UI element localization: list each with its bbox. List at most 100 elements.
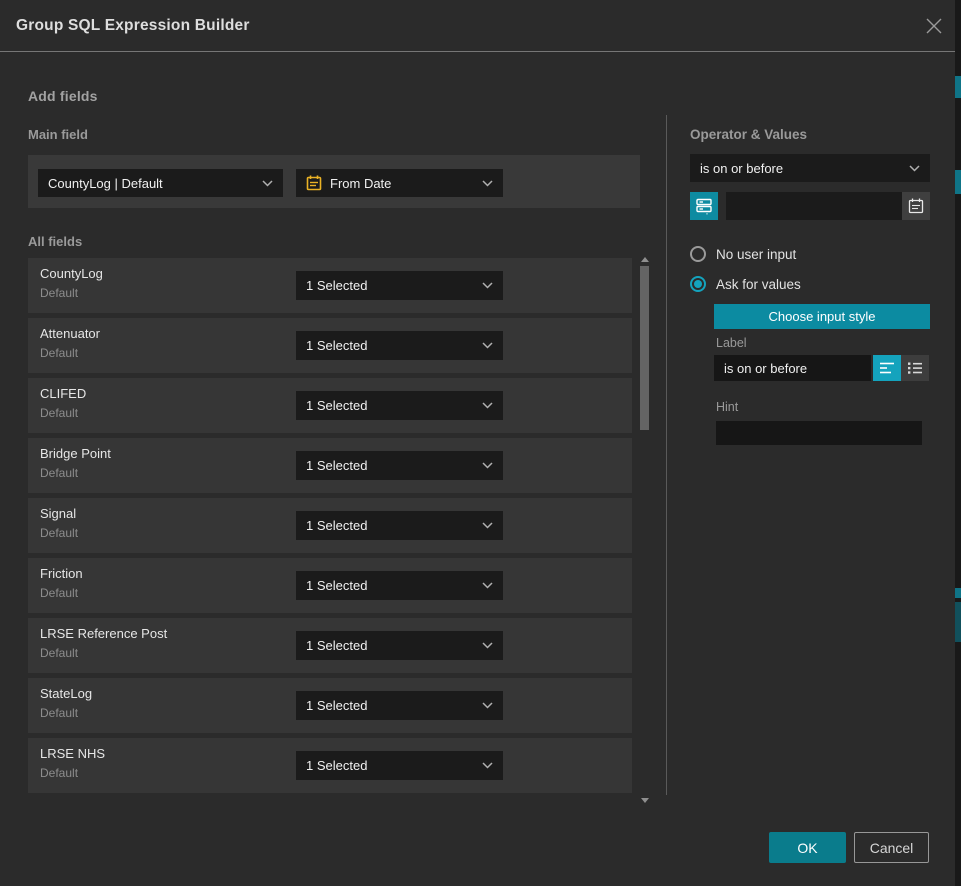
field-selected-value: 1 Selected xyxy=(306,338,476,353)
field-selected-value: 1 Selected xyxy=(306,758,476,773)
label-input[interactable] xyxy=(714,355,871,381)
chevron-down-icon xyxy=(482,642,493,649)
field-selected-dropdown[interactable]: 1 Selected xyxy=(296,571,503,600)
single-line-style-button[interactable] xyxy=(873,355,901,381)
radio-selected-icon xyxy=(690,276,706,292)
ok-button[interactable]: OK xyxy=(769,832,846,863)
calendar-icon xyxy=(908,198,924,214)
field-sublabel: Default xyxy=(40,346,78,360)
stacked-values-icon xyxy=(695,197,713,215)
main-field-dropdown[interactable]: From Date xyxy=(296,169,503,197)
field-selected-value: 1 Selected xyxy=(306,278,476,293)
operator-values-heading: Operator & Values xyxy=(690,127,807,142)
chevron-down-icon xyxy=(262,180,273,187)
chevron-down-icon xyxy=(482,180,493,187)
radio-ask-for-values[interactable]: Ask for values xyxy=(690,275,801,293)
scrollbar-thumb[interactable] xyxy=(640,266,649,430)
scrollbar-up-arrow-icon[interactable] xyxy=(641,257,649,262)
operator-dropdown-value: is on or before xyxy=(700,161,903,176)
value-input[interactable] xyxy=(726,192,902,220)
field-name: Attenuator xyxy=(40,326,100,341)
field-selected-dropdown[interactable]: 1 Selected xyxy=(296,271,503,300)
main-layer-dropdown[interactable]: CountyLog | Default xyxy=(38,169,283,197)
unique-values-button[interactable] xyxy=(690,192,718,220)
chevron-down-icon xyxy=(482,342,493,349)
choose-input-style-button[interactable]: Choose input style xyxy=(714,304,930,329)
field-sublabel: Default xyxy=(40,646,78,660)
field-selected-value: 1 Selected xyxy=(306,458,476,473)
radio-circle-icon xyxy=(690,246,706,262)
operator-dropdown[interactable]: is on or before xyxy=(690,154,930,182)
close-icon[interactable] xyxy=(924,16,944,36)
field-sublabel: Default xyxy=(40,286,78,300)
field-selected-dropdown[interactable]: 1 Selected xyxy=(296,391,503,420)
field-selected-dropdown[interactable]: 1 Selected xyxy=(296,691,503,720)
add-fields-heading: Add fields xyxy=(28,88,98,104)
field-sublabel: Default xyxy=(40,406,78,420)
field-selected-dropdown[interactable]: 1 Selected xyxy=(296,451,503,480)
group-sql-expression-builder-dialog: Group SQL Expression Builder Add fields … xyxy=(0,0,955,886)
screen: Group SQL Expression Builder Add fields … xyxy=(0,0,961,886)
field-name: CountyLog xyxy=(40,266,103,281)
main-layer-dropdown-value: CountyLog | Default xyxy=(48,176,256,191)
background-app-strip xyxy=(955,0,961,886)
field-list-item: StateLog Default 1 Selected xyxy=(28,678,632,733)
all-fields-heading: All fields xyxy=(28,234,82,249)
field-name: LRSE NHS xyxy=(40,746,105,761)
field-sublabel: Default xyxy=(40,466,78,480)
field-list-item: LRSE NHS Default 1 Selected xyxy=(28,738,632,793)
date-picker-button[interactable] xyxy=(902,192,930,220)
field-selected-dropdown[interactable]: 1 Selected xyxy=(296,331,503,360)
field-selected-dropdown[interactable]: 1 Selected xyxy=(296,751,503,780)
chevron-down-icon xyxy=(482,402,493,409)
field-list-item: CLIFED Default 1 Selected xyxy=(28,378,632,433)
field-selected-value: 1 Selected xyxy=(306,698,476,713)
dialog-titlebar: Group SQL Expression Builder xyxy=(0,0,955,52)
cancel-button[interactable]: Cancel xyxy=(854,832,929,863)
field-selected-value: 1 Selected xyxy=(306,518,476,533)
field-list-item: Attenuator Default 1 Selected xyxy=(28,318,632,373)
field-list-item: Signal Default 1 Selected xyxy=(28,498,632,553)
label-heading: Label xyxy=(716,336,747,350)
hint-heading: Hint xyxy=(716,400,738,414)
field-list-item: CountyLog Default 1 Selected xyxy=(28,258,632,313)
field-list-item: LRSE Reference Post Default 1 Selected xyxy=(28,618,632,673)
field-name: StateLog xyxy=(40,686,92,701)
panel-divider xyxy=(666,115,667,795)
field-selected-value: 1 Selected xyxy=(306,638,476,653)
radio-no-user-input[interactable]: No user input xyxy=(690,245,796,263)
field-name: Signal xyxy=(40,506,76,521)
list-icon xyxy=(907,361,923,375)
main-field-dropdown-value: From Date xyxy=(330,176,476,191)
radio-no-user-input-label: No user input xyxy=(716,247,796,262)
field-selected-value: 1 Selected xyxy=(306,398,476,413)
scrollbar-down-arrow-icon[interactable] xyxy=(641,798,649,803)
chevron-down-icon xyxy=(482,462,493,469)
align-left-icon xyxy=(879,361,895,375)
chevron-down-icon xyxy=(482,702,493,709)
list-style-button[interactable] xyxy=(901,355,929,381)
chevron-down-icon xyxy=(909,165,920,172)
calendar-icon xyxy=(306,175,322,191)
radio-ask-for-values-label: Ask for values xyxy=(716,277,801,292)
chevron-down-icon xyxy=(482,582,493,589)
field-sublabel: Default xyxy=(40,526,78,540)
dialog-title: Group SQL Expression Builder xyxy=(16,0,250,52)
main-field-heading: Main field xyxy=(28,127,88,142)
field-name: CLIFED xyxy=(40,386,86,401)
field-name: Friction xyxy=(40,566,83,581)
hint-input[interactable] xyxy=(716,421,922,445)
field-selected-dropdown[interactable]: 1 Selected xyxy=(296,511,503,540)
field-list-item: Friction Default 1 Selected xyxy=(28,558,632,613)
chevron-down-icon xyxy=(482,762,493,769)
field-sublabel: Default xyxy=(40,706,78,720)
field-name: Bridge Point xyxy=(40,446,111,461)
field-list-item: Bridge Point Default 1 Selected xyxy=(28,438,632,493)
field-sublabel: Default xyxy=(40,766,78,780)
field-selected-value: 1 Selected xyxy=(306,578,476,593)
chevron-down-icon xyxy=(482,522,493,529)
field-name: LRSE Reference Post xyxy=(40,626,167,641)
field-sublabel: Default xyxy=(40,586,78,600)
chevron-down-icon xyxy=(482,282,493,289)
field-selected-dropdown[interactable]: 1 Selected xyxy=(296,631,503,660)
